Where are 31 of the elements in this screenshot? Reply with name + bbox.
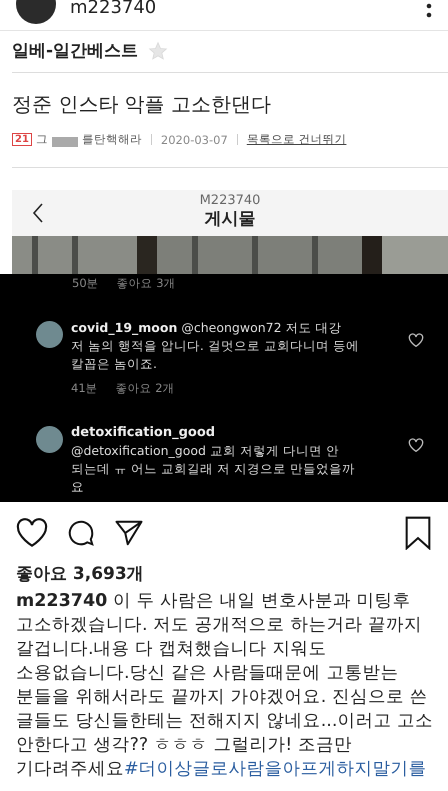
- commenter-avatar[interactable]: [36, 426, 63, 453]
- heart-icon[interactable]: [408, 438, 424, 452]
- post-date: 2020-03-07: [160, 132, 228, 146]
- commenter-username[interactable]: detoxification_good: [71, 425, 216, 440]
- redaction-block: [52, 137, 78, 147]
- level-badge: 21: [12, 133, 32, 146]
- comment-likes: 좋아요 3개: [116, 276, 176, 291]
- hashtag-link[interactable]: #더이상글로사람을아프게하지말기를: [124, 759, 427, 779]
- author-name: 그: [36, 132, 48, 147]
- caption-text: m223740 이 두 사람은 내일 변호사분과 미팅후 고소하겠습니다. 저도 공개적으로 하는거라 끝까지 갈겁니다.내용 다 캡쳐했습니다 지워도 소용없습니다.당신 같은 사람들때문에 고통받는 분들을 위해서라도 끝까지 가야겠어요. 진심으로 쓴 글들도 당신들한테는 전해지지 않네요...이러고 고소 안한다고 생각?? ㅎㅎㅎ 그럴리가! 조금만 기다려주세요#더이상글로사람을아프게하지말기를: [15, 590, 434, 781]
- bookmark-icon[interactable]: [404, 516, 432, 550]
- comment-icon[interactable]: [66, 518, 96, 548]
- back-icon[interactable]: [32, 202, 44, 224]
- comment-time: 41분: [71, 381, 98, 396]
- like-count: 좋아요 3,693개: [15, 563, 145, 586]
- comment-likes: 좋아요 2개: [116, 381, 175, 396]
- heart-icon[interactable]: [16, 518, 48, 548]
- header-title: 게시물: [204, 208, 256, 230]
- comment-text: @detoxification_good 교회 저렇게 다니면 안 되는데 ㅠ 어느 교회길래 저 지경으로 만들었을까 요: [71, 442, 356, 496]
- author-name: 를탄핵해라: [82, 132, 142, 147]
- heart-icon[interactable]: [408, 333, 424, 347]
- skip-to-list-link[interactable]: 목록으로 건너뛰기: [246, 132, 346, 147]
- comment-text: covid_19_moon @cheongwon72 저도 대강 저 놈의 행적을 압니다. 걸멋으로 교회다니며 등에 칼꼽은 놈이죠.: [71, 319, 360, 373]
- post-title: 정준 인스타 악플 고소한댄다: [11, 91, 272, 118]
- comment-time: 50분: [72, 276, 99, 291]
- username[interactable]: m223740: [70, 0, 412, 18]
- star-icon[interactable]: [148, 40, 168, 60]
- commenter-avatar[interactable]: [36, 321, 63, 348]
- send-icon[interactable]: [114, 518, 144, 548]
- header-username: M223740: [200, 194, 260, 208]
- board-name: 일베-일간베스트: [12, 40, 138, 62]
